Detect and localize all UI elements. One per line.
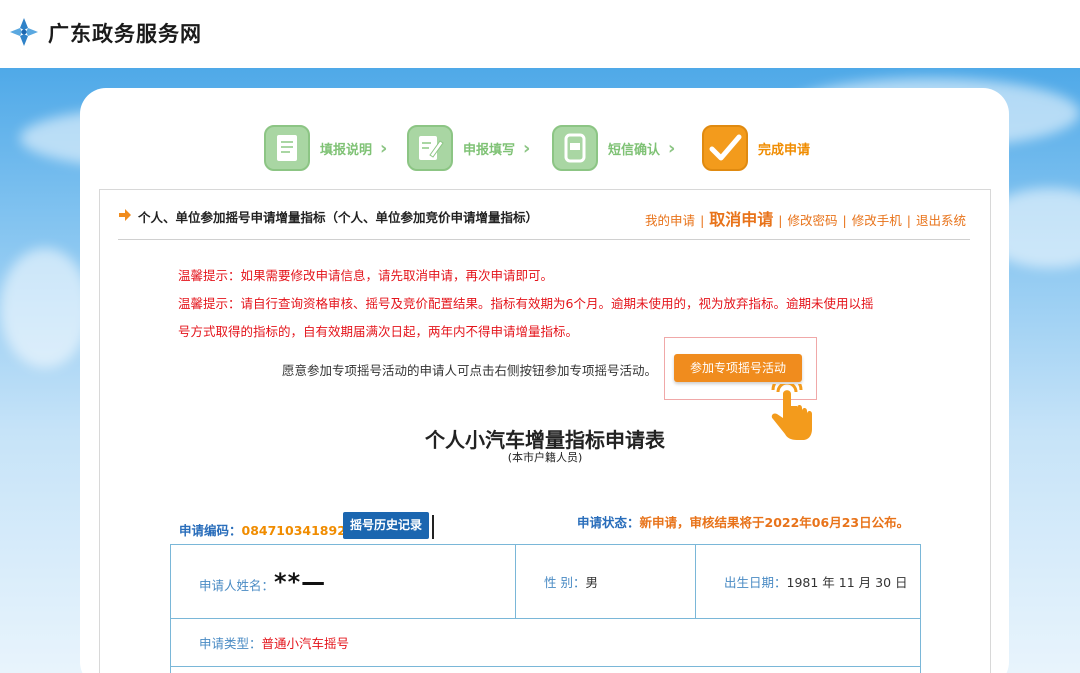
step-label: 填报说明 (320, 142, 373, 158)
chevron-right-icon: › (668, 137, 676, 159)
gender-cell: 性 别：男 (515, 544, 696, 619)
nav-separator: | (778, 213, 783, 228)
divider (118, 239, 970, 240)
birth-date-value: 1981 年 11 月 30 日 (786, 575, 908, 590)
text-cursor (432, 515, 434, 539)
phone-icon (552, 125, 598, 171)
warning-tip: 号方式取得的指标的，自有效期届满次日起，两年内不得申请增量指标。 (178, 324, 579, 339)
table-row: 申请人姓名：**— 性 别：男 出生日期：1981 年 11 月 30 日 (170, 544, 921, 619)
gender-value: 男 (585, 575, 598, 590)
lottery-history-button[interactable]: 摇号历史记录 (343, 512, 429, 539)
application-type-cell: 申请类型：普通小汽车摇号 (170, 618, 921, 667)
application-code-value: 0847103418922 (241, 523, 355, 538)
step-label: 短信确认 (608, 142, 661, 158)
application-status: 申请状态：新申请，审核结果将于2022年06月23日公布。 (577, 512, 909, 531)
checkmark-icon (702, 125, 748, 171)
special-lottery-note: 愿意参加专项摇号活动的申请人可点击右侧按钮参加专项摇号活动。 (282, 363, 658, 378)
top-bar: 广东政务服务网 (0, 0, 1080, 68)
section-header: 个人、单位参加摇号申请增量指标（个人、单位参加竞价申请增量指标） 我的申请 | … (118, 206, 970, 230)
nav-separator: | (842, 213, 847, 228)
birth-date-label: 出生日期： (724, 575, 787, 590)
application-info-table: 申请人姓名：**— 性 别：男 出生日期：1981 年 11 月 30 日 申请… (170, 544, 921, 673)
applicant-name-value: **— (274, 567, 327, 596)
gender-label: 性 别： (544, 575, 586, 590)
step-1: 填报说明 › (264, 124, 387, 172)
edit-form-icon (407, 125, 453, 171)
step-3: 短信确认 › (552, 124, 675, 172)
user-nav: 我的申请 | 取消申请 | 修改密码 | 修改手机 | 退出系统 (645, 206, 966, 230)
applicant-name-cell: 申请人姓名：**— (170, 544, 516, 619)
chevron-right-icon: › (523, 137, 531, 159)
site-title[interactable]: 广东政务服务网 (48, 18, 202, 48)
change-phone-link[interactable]: 修改手机 (852, 210, 902, 229)
application-code: 申请编码：0847103418922 (179, 520, 355, 539)
warning-tip: 温馨提示：请自行查询资格审核、摇号及竞价配置结果。指标有效期为6个月。逾期未使用… (178, 296, 874, 311)
progress-steps: 填报说明 › 申报填写 › 短信确认 › 完成申请 (264, 124, 824, 174)
table-row: 申请类型：普通小汽车摇号 (170, 618, 921, 667)
application-code-label: 申请编码： (179, 523, 242, 538)
change-password-link[interactable]: 修改密码 (788, 210, 838, 229)
cancel-application-link[interactable]: 取消申请 (709, 206, 773, 230)
birth-date-cell: 出生日期：1981 年 11 月 30 日 (695, 544, 921, 619)
arrow-right-icon (119, 209, 131, 221)
nav-separator: | (700, 213, 705, 228)
application-type-label: 申请类型： (199, 636, 262, 651)
table-cell (170, 666, 921, 673)
applicant-name-label: 申请人姓名： (199, 577, 275, 593)
step-4: 完成申请 (702, 124, 810, 172)
table-row (170, 666, 921, 673)
application-status-value: 新申请，审核结果将于2022年06月23日公布。 (639, 515, 910, 530)
warning-tip: 温馨提示：如果需要修改申请信息，请先取消申请，再次申请即可。 (178, 268, 554, 283)
application-type-value: 普通小汽车摇号 (261, 636, 350, 651)
step-label: 完成申请 (758, 142, 811, 158)
logout-link[interactable]: 退出系统 (916, 210, 966, 229)
application-status-label: 申请状态： (577, 515, 640, 530)
site-logo-icon[interactable] (8, 16, 40, 48)
join-special-lottery-button[interactable]: 参加专项摇号活动 (674, 354, 802, 382)
step-2: 申报填写 › (407, 124, 530, 172)
section-title: 个人、单位参加摇号申请增量指标（个人、单位参加竞价申请增量指标） (138, 210, 539, 225)
chevron-right-icon: › (380, 137, 388, 159)
nav-separator: | (906, 213, 911, 228)
document-icon (264, 125, 310, 171)
form-subtitle: (本市户籍人员) (507, 451, 583, 464)
my-application-link[interactable]: 我的申请 (645, 210, 695, 229)
step-label: 申报填写 (463, 142, 516, 158)
